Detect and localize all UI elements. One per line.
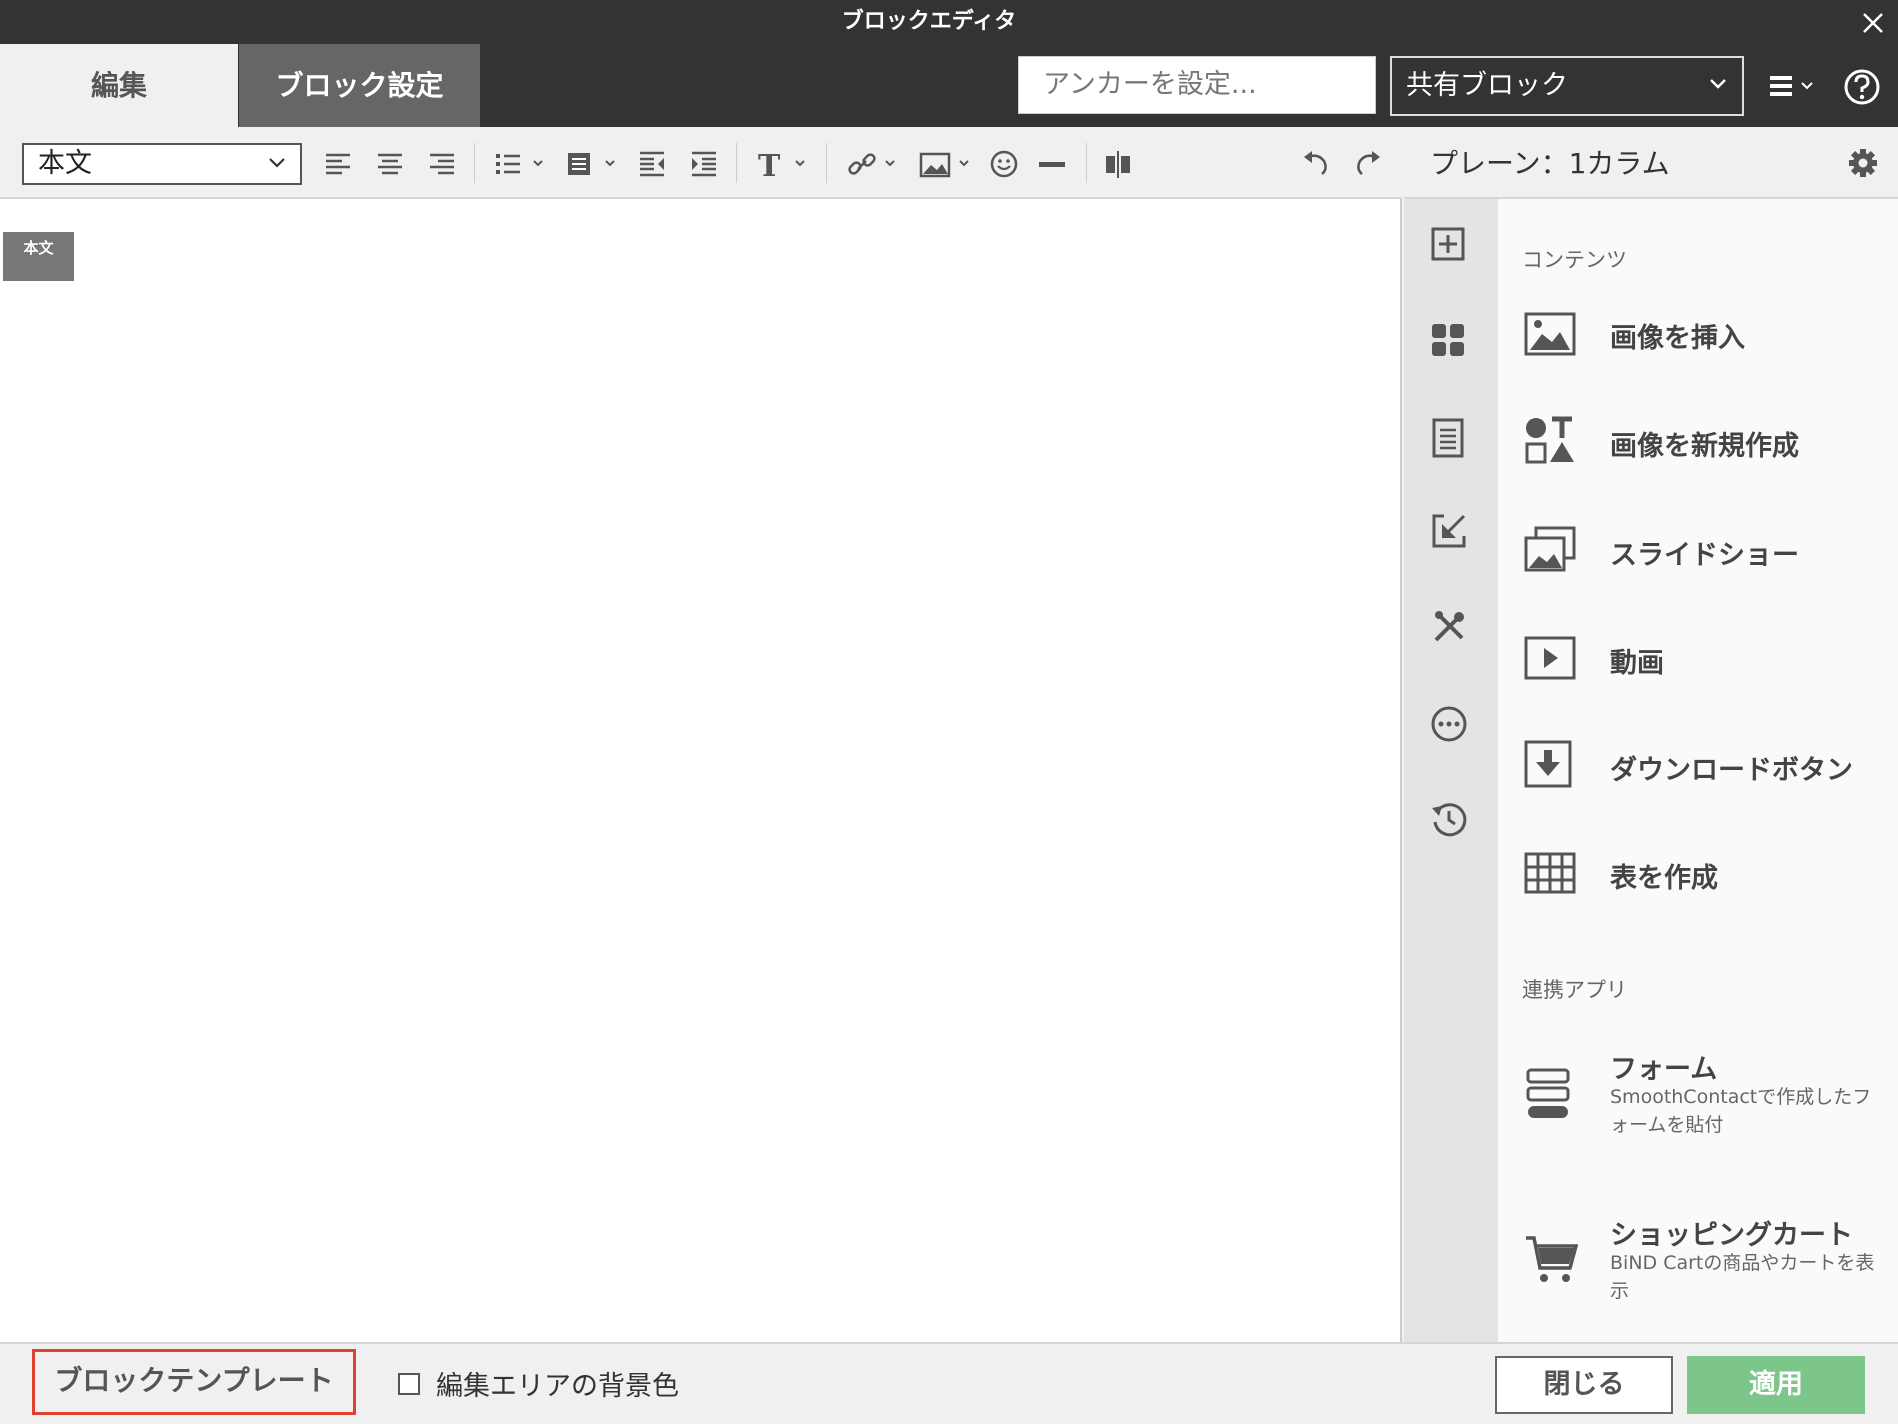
gear-icon[interactable] <box>1848 148 1878 178</box>
anchor-input[interactable]: アンカーを設定... <box>1018 56 1376 114</box>
slideshow-icon <box>1524 526 1576 572</box>
svg-text:T: T <box>758 149 781 181</box>
undo-icon[interactable] <box>1300 147 1332 181</box>
outdent-icon[interactable] <box>636 147 668 181</box>
shopping-cart-item[interactable]: ショッピングカート <box>1610 1213 1853 1252</box>
paragraph-style-select[interactable]: 本文 <box>22 143 302 185</box>
column-split-icon[interactable] <box>1102 147 1134 181</box>
page-icon[interactable] <box>1430 418 1466 458</box>
history-icon[interactable] <box>1430 800 1468 838</box>
shared-block-value: 共有ブロック <box>1406 70 1568 101</box>
side-icon-strip <box>1404 199 1498 1342</box>
download-icon <box>1524 740 1572 788</box>
tools-icon[interactable] <box>1430 608 1468 646</box>
block-template-button[interactable]: ブロックテンプレート <box>32 1349 356 1415</box>
image-icon[interactable] <box>918 147 978 181</box>
close-icon[interactable] <box>1858 8 1888 38</box>
paragraph-tag[interactable]: 本文 <box>3 232 74 281</box>
import-icon[interactable] <box>1430 512 1468 550</box>
create-image-item[interactable]: 画像を新規作成 <box>1610 424 1799 463</box>
align-center-icon[interactable] <box>374 147 406 181</box>
table-icon <box>1524 852 1576 894</box>
layout-title: プレーン：1カラム <box>1430 147 1670 180</box>
download-button-item[interactable]: ダウンロードボタン <box>1610 748 1853 787</box>
align-left-icon[interactable] <box>322 147 354 181</box>
menu-icon[interactable] <box>1768 74 1820 98</box>
bg-color-checkbox[interactable] <box>398 1373 420 1395</box>
form-item[interactable]: フォーム <box>1610 1047 1717 1086</box>
indent-icon[interactable] <box>688 147 720 181</box>
form-icon <box>1526 1068 1570 1118</box>
horizontal-rule-icon[interactable] <box>1036 147 1068 181</box>
tab-edit[interactable]: 編集 <box>0 44 238 127</box>
block-format-icon[interactable] <box>564 147 624 181</box>
help-icon[interactable] <box>1843 68 1881 106</box>
link-icon[interactable] <box>844 147 904 181</box>
align-right-icon[interactable] <box>426 147 458 181</box>
chevron-down-icon <box>269 158 285 168</box>
cart-icon <box>1526 1236 1578 1282</box>
parts-icon[interactable] <box>1430 322 1466 358</box>
contents-heading: コンテンツ <box>1522 248 1627 272</box>
tab-block-settings[interactable]: ブロック設定 <box>239 44 480 127</box>
paragraph-style-value: 本文 <box>38 148 92 179</box>
add-block-icon[interactable] <box>1430 226 1466 262</box>
text-style-icon[interactable]: T <box>754 147 814 181</box>
shopping-cart-item-desc: BiND Cartの商品やカートを表示 <box>1610 1252 1875 1302</box>
shared-block-select[interactable]: 共有ブロック <box>1390 56 1744 116</box>
video-icon <box>1524 636 1576 680</box>
editor-canvas[interactable] <box>0 199 1402 1342</box>
emoji-icon[interactable] <box>988 147 1020 181</box>
bg-color-label: 編集エリアの背景色 <box>436 1371 679 1402</box>
create-table-item[interactable]: 表を作成 <box>1610 856 1718 895</box>
window-title: ブロックエディタ <box>841 9 1017 34</box>
more-icon[interactable] <box>1430 705 1468 743</box>
apply-button[interactable]: 適用 <box>1687 1356 1865 1414</box>
video-item[interactable]: 動画 <box>1610 641 1664 680</box>
chevron-down-icon <box>1710 79 1726 89</box>
insert-image-item[interactable]: 画像を挿入 <box>1610 316 1745 355</box>
close-button[interactable]: 閉じる <box>1495 1356 1673 1414</box>
slideshow-item[interactable]: スライドショー <box>1610 533 1799 572</box>
image-icon <box>1524 312 1576 356</box>
redo-icon[interactable] <box>1352 147 1384 181</box>
apps-heading: 連携アプリ <box>1522 978 1627 1002</box>
list-icon[interactable] <box>492 147 552 181</box>
form-item-desc: SmoothContactで作成したフォームを貼付 <box>1610 1086 1872 1136</box>
shapes-icon <box>1525 416 1574 464</box>
